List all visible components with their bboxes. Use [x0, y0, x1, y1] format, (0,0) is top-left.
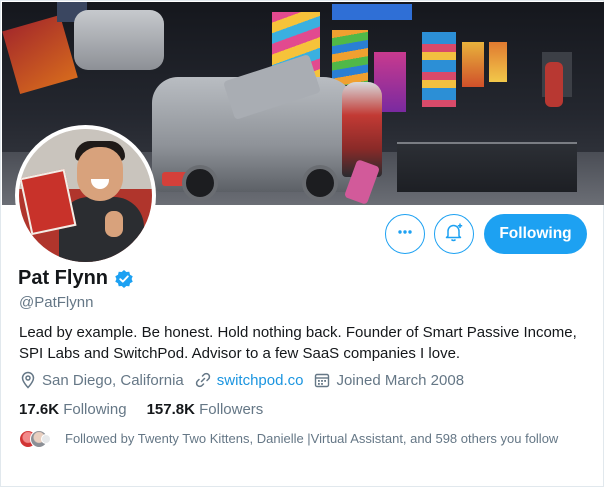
followed-by-avatars	[19, 430, 65, 450]
bell-plus-icon	[443, 221, 465, 248]
banner-delorean	[152, 54, 357, 201]
calendar-icon	[313, 371, 331, 389]
location-item: San Diego, California	[19, 371, 184, 389]
profile-avatar[interactable]	[15, 125, 156, 266]
location-text: San Diego, California	[42, 371, 184, 389]
following-stat[interactable]: 17.6K Following	[19, 401, 127, 418]
website-link[interactable]: switchpod.co	[217, 372, 304, 389]
profile-handle: @PatFlynn	[19, 294, 94, 311]
profile-card: Following Pat Flynn @PatFlynn Lead by ex…	[0, 0, 604, 487]
location-pin-icon	[19, 371, 37, 389]
follow-stats: 17.6K Following 157.8K Followers	[19, 401, 283, 418]
profile-name-row: Pat Flynn	[18, 267, 134, 290]
profile-meta: San Diego, California switchpod.co Joine…	[19, 371, 474, 389]
avatar-photo	[19, 129, 152, 262]
following-button[interactable]: Following	[484, 214, 587, 254]
follower-avatar	[41, 434, 51, 444]
more-options-button[interactable]	[385, 214, 425, 254]
website-item[interactable]: switchpod.co	[194, 371, 304, 389]
joined-text: Joined March 2008	[336, 371, 465, 389]
followed-by-text: Followed by Twenty Two Kittens, Danielle…	[65, 431, 559, 446]
following-count: 17.6K	[19, 401, 60, 418]
followers-label: Followers	[199, 401, 264, 418]
notifications-button[interactable]	[434, 214, 474, 254]
link-icon	[194, 371, 212, 389]
profile-bio: Lead by example. Be honest. Hold nothing…	[19, 324, 577, 362]
followed-by-row[interactable]: Followed by Twenty Two Kittens, Danielle…	[19, 429, 585, 450]
followers-stat[interactable]: 157.8K Followers	[147, 401, 264, 418]
more-horizontal-icon	[395, 222, 415, 247]
banner-car-background	[74, 10, 164, 70]
verified-badge-icon	[114, 269, 134, 289]
banner-stage	[397, 142, 577, 192]
following-label: Following	[63, 401, 127, 418]
followers-count: 157.8K	[146, 401, 195, 418]
profile-name: Pat Flynn	[18, 267, 109, 289]
joined-item: Joined March 2008	[313, 371, 464, 389]
